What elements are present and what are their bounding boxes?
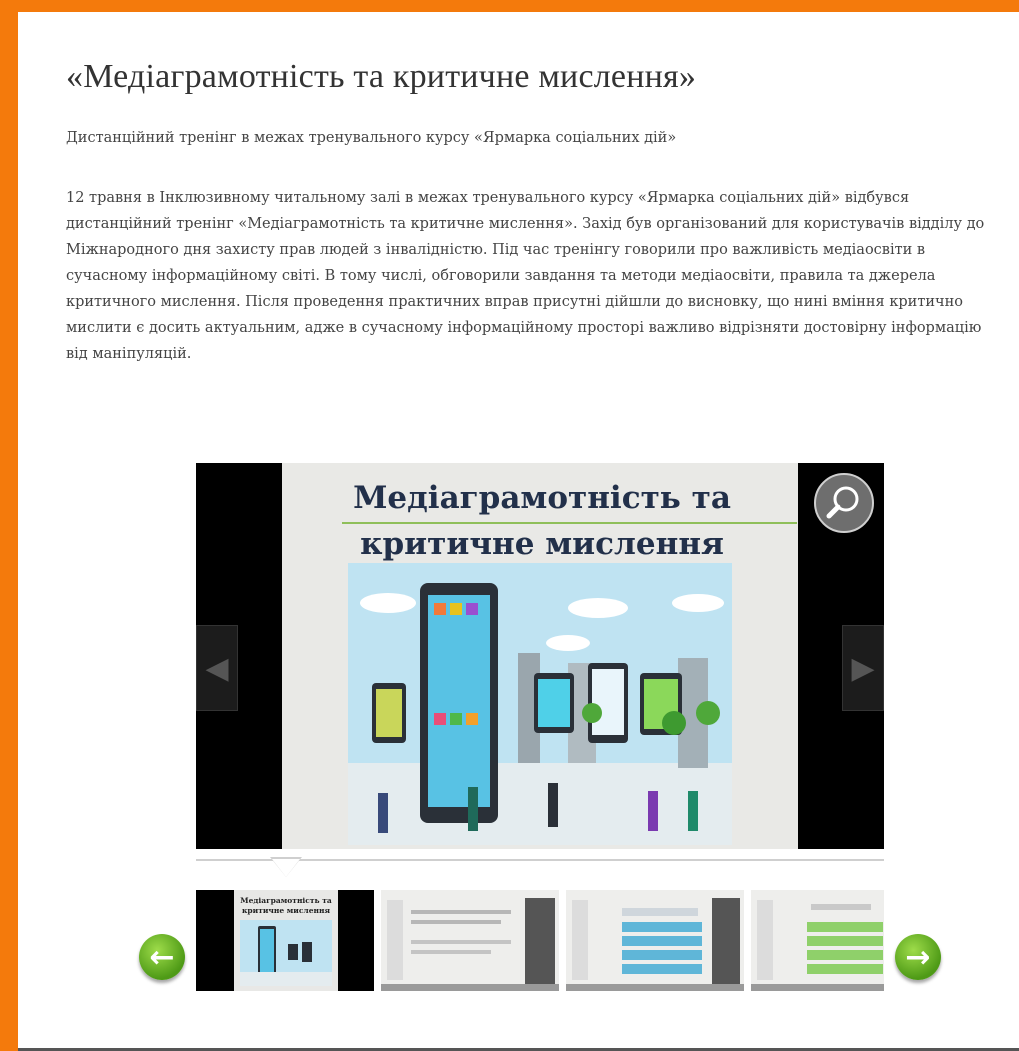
thumbnail-1[interactable]: Медіаграмотність та критичне мислення [196,890,374,991]
magnifier-icon [826,486,859,519]
thumbnail-4-preview [751,890,884,991]
chevron-right-icon: ▶ [851,650,875,686]
article-body: 12 травня в Інклюзивному читальному залі… [66,190,985,362]
thumbnail-2-preview [381,890,559,991]
thumbnail-strip: Медіаграмотність та критичне мислення [196,890,884,991]
gallery-next-button[interactable]: ▶ [842,625,884,711]
thumbnail-4[interactable] [751,890,884,991]
media-illustration [348,563,732,845]
thumbnail-1-illustration [240,920,332,986]
thumbnail-1-slide: Медіаграмотність та критичне мислення [234,890,338,991]
chevron-left-icon: ◀ [205,650,229,686]
arrow-left-icon: ← [149,939,175,975]
thumbnail-2[interactable] [381,890,559,991]
thumb-pointer [272,859,300,877]
thumbnail-3[interactable] [566,890,744,991]
zoom-button[interactable] [814,473,874,533]
thumbnail-1-title: Медіаграмотність та критичне мислення [240,896,332,915]
orange-frame-top [0,0,1019,12]
slide-divider [342,522,797,524]
slide-title: Медіаграмотність та критичне мислення [353,480,731,562]
gallery-main-view: Медіаграмотність та критичне мислення ◀ … [196,463,884,849]
image-gallery: Медіаграмотність та критичне мислення ◀ … [196,463,884,991]
article-title: «Медіаграмотність та критичне мислення» [66,58,697,95]
article-subtitle: Дистанційний тренінг в межах тренувально… [66,130,677,146]
gallery-prev-button[interactable]: ◀ [196,625,238,711]
gallery-main-slide[interactable]: Медіаграмотність та критичне мислення [282,463,798,849]
thumbnail-3-preview [566,890,744,991]
orange-frame-left [0,0,18,1051]
thumbnails-prev-button[interactable]: ← [139,934,185,980]
arrow-right-icon: → [905,939,931,975]
thumbnails-next-button[interactable]: → [895,934,941,980]
